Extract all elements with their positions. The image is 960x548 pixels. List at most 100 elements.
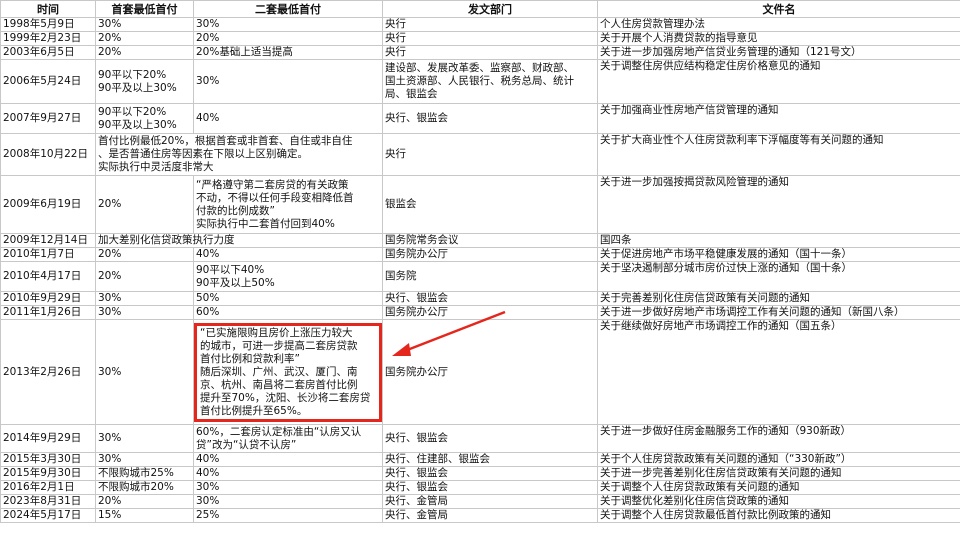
cell-first: 不限购城市20% [95, 480, 194, 495]
cell-dept: 央行 [382, 31, 598, 46]
cell-second: 50% [193, 291, 383, 306]
header-date: 时间 [0, 0, 96, 18]
table-row: 2014年9月29日 30% 60%，二套房认定标准由“认房又认 贷”改为“认贷… [0, 424, 960, 453]
cell-merged-policy: 首付比例最低20%，根据首套或非首套、自住或非自住 、是否普通住房等因素在下限以… [95, 133, 383, 176]
cell-dept: 央行、银监会 [382, 466, 598, 481]
table-row: 2010年9月29日 30% 50% 央行、银监会 关于完善差别化住房信贷政策有… [0, 291, 960, 306]
table-row: 2016年2月1日 不限购城市20% 30% 央行、银监会 关于调整个人住房贷款… [0, 480, 960, 495]
cell-second: 40% [193, 452, 383, 467]
table-row: 2009年6月19日 20% “严格遵守第二套房贷的有关政策 不动，不得以任何手… [0, 175, 960, 234]
cell-dept: 国务院办公厅 [382, 247, 598, 262]
cell-first: 30% [95, 291, 194, 306]
cell-second: 30% [193, 59, 383, 104]
cell-second: 20%基础上适当提高 [193, 45, 383, 60]
cell-doc: 关于促进房地产市场平稳健康发展的通知（国十一条） [597, 247, 960, 262]
cell-first: 90平以下20% 90平及以上30% [95, 59, 194, 104]
table-row: 2015年9月30日 不限购城市25% 40% 央行、银监会 关于进一步完善差别… [0, 466, 960, 481]
cell-first: 20% [95, 175, 194, 234]
cell-date: 2015年3月30日 [0, 452, 96, 467]
cell-date: 2003年6月5日 [0, 45, 96, 60]
cell-date: 2006年5月24日 [0, 59, 96, 104]
cell-date: 1999年2月23日 [0, 31, 96, 46]
cell-date: 2013年2月26日 [0, 319, 96, 425]
cell-dept: 央行、金管局 [382, 508, 598, 523]
cell-date: 2010年4月17日 [0, 261, 96, 292]
table-row: 2010年4月17日 20% 90平以下40% 90平及以上50% 国务院 关于… [0, 261, 960, 292]
cell-first: 30% [95, 424, 194, 453]
cell-dept: 央行、银监会 [382, 424, 598, 453]
highlight-box: “已实施限购且房价上涨压力较大 的城市，可进一步提高二套房贷款 首付比例和贷款利… [194, 322, 382, 422]
cell-date: 2010年9月29日 [0, 291, 96, 306]
table-row: 1998年5月9日 30% 30% 央行 个人住房贷款管理办法 [0, 17, 960, 32]
table-row: 2006年5月24日 90平以下20% 90平及以上30% 30% 建设部、发展… [0, 59, 960, 104]
table-row: 2007年9月27日 90平以下20% 90平及以上30% 40% 央行、银监会… [0, 103, 960, 134]
cell-dept: 银监会 [382, 175, 598, 234]
cell-dept: 央行、银监会 [382, 103, 598, 134]
cell-doc: 关于进一步做好房地产市场调控工作有关问题的通知（新国八条） [597, 305, 960, 320]
cell-second-highlighted: “已实施限购且房价上涨压力较大 的城市，可进一步提高二套房贷款 首付比例和贷款利… [193, 319, 383, 425]
cell-dept: 央行 [382, 45, 598, 60]
table-row: 2024年5月17日 15% 25% 央行、金管局 关于调整个人住房贷款最低首付… [0, 508, 960, 523]
cell-second: 40% [193, 466, 383, 481]
policy-table: 时间 首套最低首付 二套最低首付 发文部门 文件名 1998年5月9日 30% … [0, 0, 960, 523]
table-row: 2015年3月30日 30% 40% 央行、住建部、银监会 关于个人住房贷款政策… [0, 452, 960, 467]
cell-merged-policy: 加大差别化信贷政策执行力度 [95, 233, 383, 248]
cell-date: 2014年9月29日 [0, 424, 96, 453]
header-first-down-payment: 首套最低首付 [95, 0, 194, 18]
table-row: 2008年10月22日 首付比例最低20%，根据首套或非首套、自住或非自住 、是… [0, 133, 960, 176]
cell-second: 60% [193, 305, 383, 320]
cell-date: 2009年12月14日 [0, 233, 96, 248]
cell-dept: 央行、银监会 [382, 291, 598, 306]
header-row: 时间 首套最低首付 二套最低首付 发文部门 文件名 [0, 0, 960, 18]
table-row: 2003年6月5日 20% 20%基础上适当提高 央行 关于进一步加强房地产信贷… [0, 45, 960, 60]
cell-dept: 央行 [382, 133, 598, 176]
cell-dept: 国务院常务会议 [382, 233, 598, 248]
cell-doc: 关于完善差别化住房信贷政策有关问题的通知 [597, 291, 960, 306]
cell-second: 90平以下40% 90平及以上50% [193, 261, 383, 292]
cell-date: 2007年9月27日 [0, 103, 96, 134]
cell-first: 不限购城市25% [95, 466, 194, 481]
cell-dept: 央行 [382, 17, 598, 32]
cell-first: 20% [95, 45, 194, 60]
cell-second: 30% [193, 480, 383, 495]
cell-date: 2023年8月31日 [0, 494, 96, 509]
cell-doc: 关于调整住房供应结构稳定住房价格意见的通知 [597, 59, 960, 104]
cell-dept: 国务院办公厅 [382, 305, 598, 320]
table-row: 2013年2月26日 30% “已实施限购且房价上涨压力较大 的城市，可进一步提… [0, 319, 960, 425]
cell-doc: 关于扩大商业性个人住房贷款利率下浮幅度等有关问题的通知 [597, 133, 960, 176]
cell-doc: 关于进一步做好住房金融服务工作的通知（930新政） [597, 424, 960, 453]
cell-second: 40% [193, 247, 383, 262]
cell-date: 2015年9月30日 [0, 466, 96, 481]
cell-dept: 央行、金管局 [382, 494, 598, 509]
cell-dept: 建设部、发展改革委、监察部、财政部、 国土资源部、人民银行、税务总局、统计 局、… [382, 59, 598, 104]
cell-first: 30% [95, 17, 194, 32]
cell-date: 2011年1月26日 [0, 305, 96, 320]
cell-doc: 关于进一步加强房地产信贷业务管理的通知（121号文） [597, 45, 960, 60]
cell-second: 60%，二套房认定标准由“认房又认 贷”改为“认贷不认房” [193, 424, 383, 453]
cell-doc: 关于调整个人住房贷款政策有关问题的通知 [597, 480, 960, 495]
cell-doc: 关于进一步加强按揭贷款风险管理的通知 [597, 175, 960, 234]
cell-first: 30% [95, 319, 194, 425]
header-department: 发文部门 [382, 0, 598, 18]
table-row: 1999年2月23日 20% 20% 央行 关于开展个人消费贷款的指导意见 [0, 31, 960, 46]
table-row: 2010年1月7日 20% 40% 国务院办公厅 关于促进房地产市场平稳健康发展… [0, 247, 960, 262]
cell-doc: 国四条 [597, 233, 960, 248]
table-row: 2009年12月14日 加大差别化信贷政策执行力度 国务院常务会议 国四条 [0, 233, 960, 248]
cell-second: “严格遵守第二套房贷的有关政策 不动，不得以任何手段变相降低首 付款的比例成数”… [193, 175, 383, 234]
cell-first: 90平以下20% 90平及以上30% [95, 103, 194, 134]
cell-first: 20% [95, 247, 194, 262]
cell-first: 20% [95, 31, 194, 46]
cell-doc: 关于个人住房贷款政策有关问题的通知（“330新政”） [597, 452, 960, 467]
cell-first: 20% [95, 494, 194, 509]
cell-first: 20% [95, 261, 194, 292]
cell-date: 1998年5月9日 [0, 17, 96, 32]
cell-doc: 关于加强商业性房地产信贷管理的通知 [597, 103, 960, 134]
cell-doc: 关于开展个人消费贷款的指导意见 [597, 31, 960, 46]
header-second-down-payment: 二套最低首付 [193, 0, 383, 18]
cell-second: 20% [193, 31, 383, 46]
cell-doc: 关于调整优化差别化住房信贷政策的通知 [597, 494, 960, 509]
cell-date: 2008年10月22日 [0, 133, 96, 176]
cell-first: 30% [95, 452, 194, 467]
cell-date: 2016年2月1日 [0, 480, 96, 495]
cell-second: 40% [193, 103, 383, 134]
